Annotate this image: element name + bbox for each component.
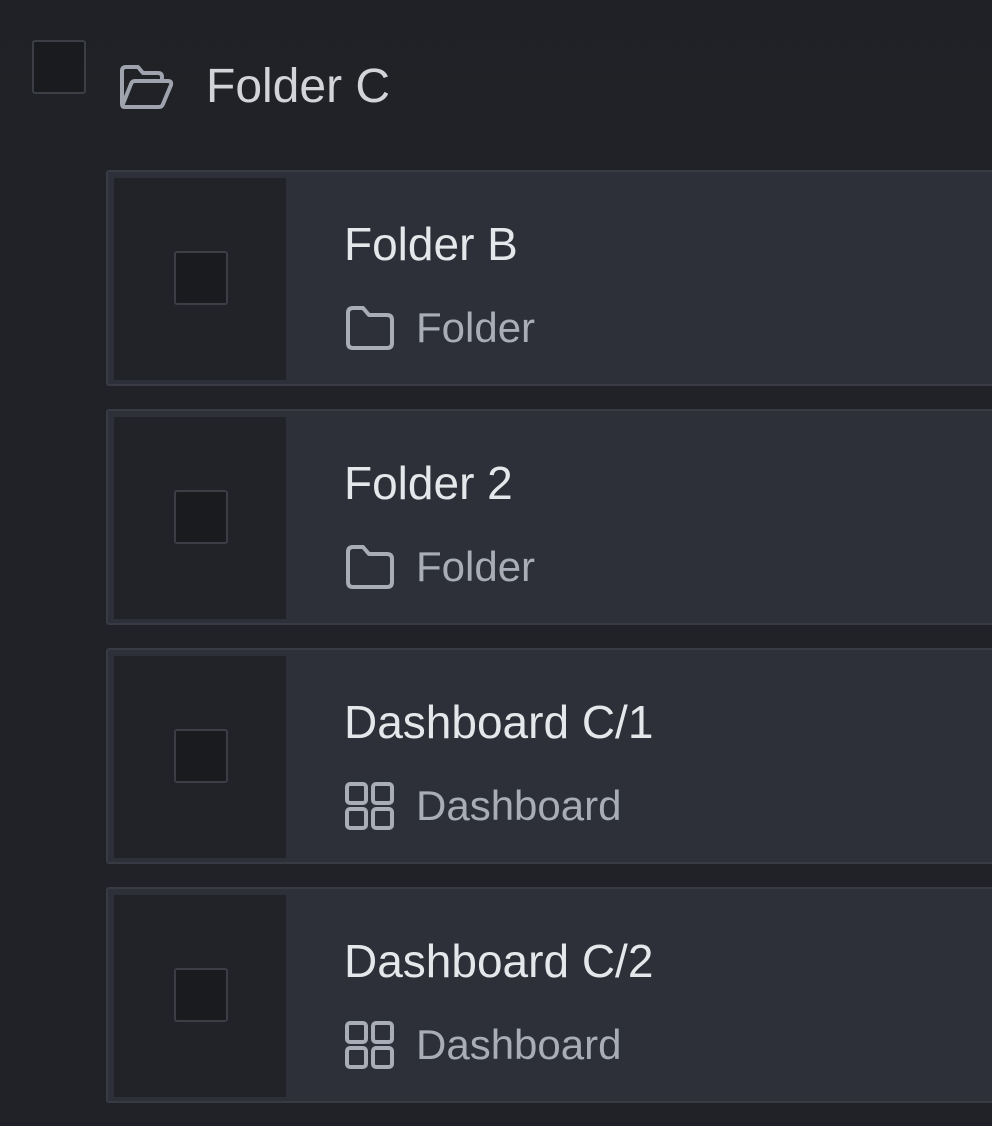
item-type-label: Folder	[416, 304, 536, 351]
row-select-checkbox[interactable]	[174, 251, 228, 305]
item-title[interactable]: Folder B	[344, 216, 518, 272]
item-type: Folder	[344, 300, 535, 356]
dashboard-icon	[345, 782, 394, 830]
item-type-label: Dashboard	[416, 782, 622, 829]
list-item[interactable]: Dashboard C/2 Dashboard	[106, 887, 992, 1103]
row-select-cell	[114, 178, 286, 380]
folder-contents-list: Folder B Folder Folder 2 Folder Dashboar…	[106, 170, 992, 1126]
folder-header: Folder C	[0, 0, 992, 170]
row-select-cell	[114, 417, 286, 619]
item-type: Dashboard	[344, 1017, 621, 1073]
row-select-cell	[114, 656, 286, 858]
row-select-cell	[114, 895, 286, 1097]
item-type-label: Dashboard	[416, 1021, 622, 1068]
folder-select-checkbox[interactable]	[32, 40, 86, 94]
row-select-checkbox[interactable]	[174, 490, 228, 544]
item-title[interactable]: Folder 2	[344, 455, 513, 511]
item-title[interactable]: Dashboard C/2	[344, 933, 653, 989]
row-select-checkbox[interactable]	[174, 729, 228, 783]
folder-title: Folder C	[206, 60, 391, 113]
list-item[interactable]: Folder B Folder	[106, 170, 992, 386]
dashboard-icon	[345, 1021, 394, 1069]
item-type-label: Folder	[416, 543, 536, 590]
row-select-checkbox[interactable]	[174, 968, 228, 1022]
folder-icon	[346, 545, 394, 589]
folder-icon	[346, 306, 394, 350]
item-type: Dashboard	[344, 778, 621, 834]
list-item[interactable]: Dashboard C/1 Dashboard	[106, 648, 992, 864]
item-title[interactable]: Dashboard C/1	[344, 694, 653, 750]
list-item[interactable]: Folder 2 Folder	[106, 409, 992, 625]
folder-open-icon	[120, 65, 174, 109]
item-type: Folder	[344, 539, 535, 595]
